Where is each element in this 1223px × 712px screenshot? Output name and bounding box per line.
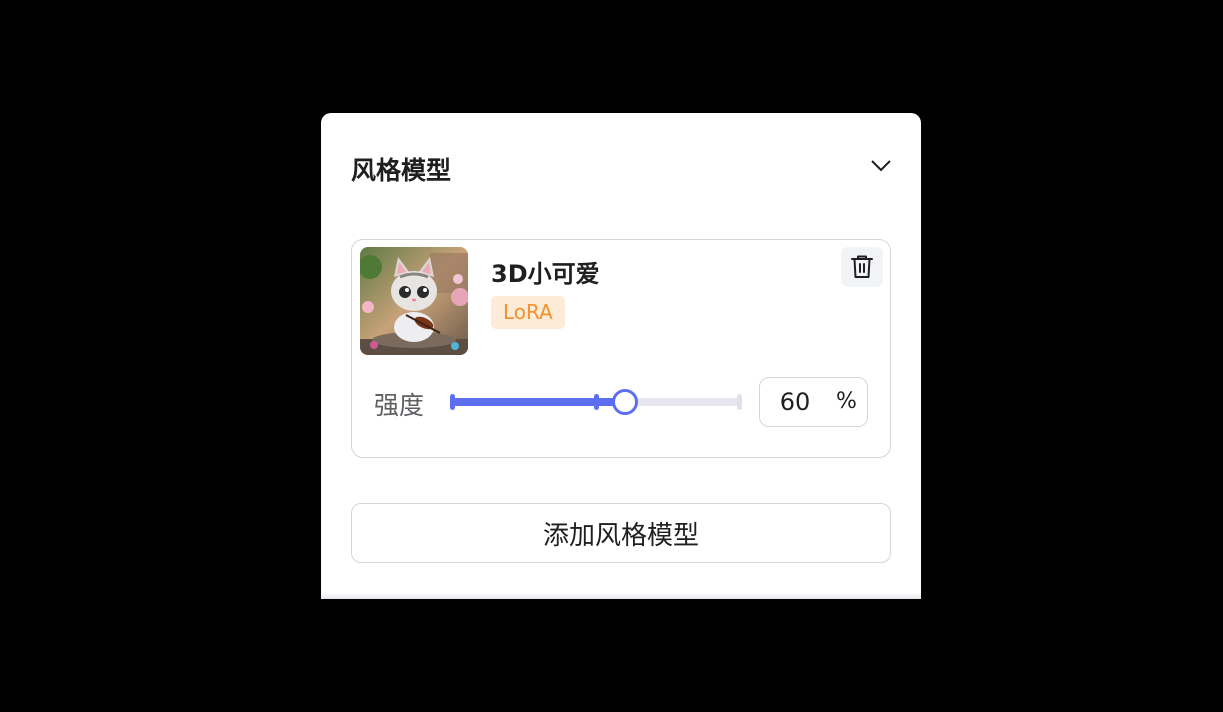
model-type-badge: LoRA — [491, 296, 565, 329]
slider-min-tick — [450, 394, 455, 410]
slider-default-tick — [593, 394, 599, 410]
model-card: 3D小可爱 LoRA 强度 % — [351, 239, 891, 458]
style-model-panel: 风格模型 3D小可爱 LoRA 强度 60 % 添加风格模型 — [321, 113, 921, 599]
add-style-model-button[interactable]: 添加风格模型 — [351, 503, 891, 563]
model-thumbnail — [360, 247, 468, 355]
strength-slider[interactable] — [450, 385, 742, 419]
strength-value-field[interactable]: % — [759, 377, 868, 427]
panel-title: 风格模型 — [351, 156, 452, 185]
percent-unit: % — [836, 389, 857, 414]
strength-value-input[interactable] — [760, 378, 830, 426]
strength-label: 强度 — [374, 391, 425, 420]
slider-max-tick — [737, 394, 742, 410]
trash-icon — [851, 255, 873, 278]
model-name: 3D小可爱 — [491, 260, 600, 288]
chevron-down-icon[interactable] — [869, 153, 893, 177]
slider-fill — [452, 398, 625, 406]
delete-model-button[interactable] — [841, 247, 883, 287]
slider-handle[interactable] — [611, 389, 638, 415]
